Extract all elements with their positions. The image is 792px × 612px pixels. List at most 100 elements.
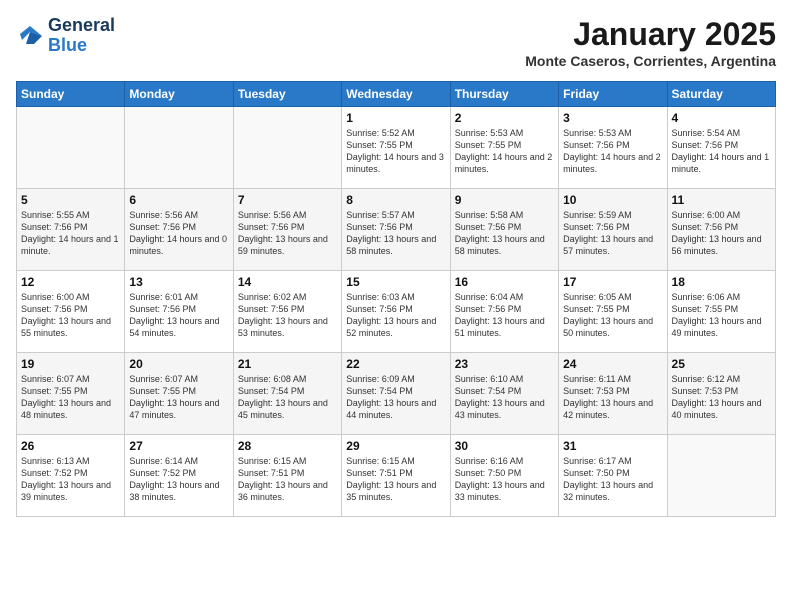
day-info: Sunrise: 6:06 AM Sunset: 7:55 PM Dayligh… [672, 291, 771, 340]
day-number: 11 [672, 193, 771, 207]
day-header-sunday: Sunday [17, 82, 125, 107]
day-info: Sunrise: 5:55 AM Sunset: 7:56 PM Dayligh… [21, 209, 120, 258]
day-number: 23 [455, 357, 554, 371]
day-header-tuesday: Tuesday [233, 82, 341, 107]
day-info: Sunrise: 6:08 AM Sunset: 7:54 PM Dayligh… [238, 373, 337, 422]
title-block: January 2025 Monte Caseros, Corrientes, … [525, 16, 776, 69]
calendar-cell: 19 Sunrise: 6:07 AM Sunset: 7:55 PM Dayli… [17, 353, 125, 435]
day-info: Sunrise: 6:15 AM Sunset: 7:51 PM Dayligh… [346, 455, 445, 504]
day-number: 8 [346, 193, 445, 207]
day-header-saturday: Saturday [667, 82, 775, 107]
day-number: 6 [129, 193, 228, 207]
day-number: 13 [129, 275, 228, 289]
day-info: Sunrise: 5:53 AM Sunset: 7:55 PM Dayligh… [455, 127, 554, 176]
calendar-cell: 1Sunrise: 5:52 AM Sunset: 7:55 PM Daylig… [342, 107, 450, 189]
calendar-week-4: 19 Sunrise: 6:07 AM Sunset: 7:55 PM Dayli… [17, 353, 776, 435]
day-number: 22 [346, 357, 445, 371]
day-info: Sunrise: 6:01 AM Sunset: 7:56 PM Dayligh… [129, 291, 228, 340]
day-number: 28 [238, 439, 337, 453]
day-number: 4 [672, 111, 771, 125]
page-header: General Blue January 2025 Monte Caseros,… [16, 16, 776, 69]
day-number: 18 [672, 275, 771, 289]
day-info: Sunrise: 5:58 AM Sunset: 7:56 PM Dayligh… [455, 209, 554, 258]
logo-icon [16, 22, 44, 50]
calendar-cell: 18 Sunrise: 6:06 AM Sunset: 7:55 PM Dayli… [667, 271, 775, 353]
day-number: 30 [455, 439, 554, 453]
day-number: 14 [238, 275, 337, 289]
calendar-cell [125, 107, 233, 189]
day-number: 10 [563, 193, 662, 207]
day-number: 15 [346, 275, 445, 289]
day-info: Sunrise: 6:07 AM Sunset: 7:55 PM Dayligh… [129, 373, 228, 422]
calendar-cell: 6 Sunrise: 5:56 AM Sunset: 7:56 PM Daylig… [125, 189, 233, 271]
day-number: 5 [21, 193, 120, 207]
location-subtitle: Monte Caseros, Corrientes, Argentina [525, 53, 776, 69]
calendar-cell: 2 Sunrise: 5:53 AM Sunset: 7:55 PM Daylig… [450, 107, 558, 189]
day-info: Sunrise: 5:56 AM Sunset: 7:56 PM Dayligh… [238, 209, 337, 258]
day-info: Sunrise: 6:13 AM Sunset: 7:52 PM Dayligh… [21, 455, 120, 504]
day-info: Sunrise: 6:00 AM Sunset: 7:56 PM Dayligh… [672, 209, 771, 258]
calendar-header-row: SundayMondayTuesdayWednesdayThursdayFrid… [17, 82, 776, 107]
day-info: Sunrise: 5:52 AM Sunset: 7:55 PM Dayligh… [346, 127, 445, 176]
day-number: 26 [21, 439, 120, 453]
calendar-cell [233, 107, 341, 189]
calendar-cell: 12 Sunrise: 6:00 AM Sunset: 7:56 PM Dayli… [17, 271, 125, 353]
day-number: 27 [129, 439, 228, 453]
calendar-cell: 20 Sunrise: 6:07 AM Sunset: 7:55 PM Dayli… [125, 353, 233, 435]
day-number: 16 [455, 275, 554, 289]
day-number: 3 [563, 111, 662, 125]
day-info: Sunrise: 5:56 AM Sunset: 7:56 PM Dayligh… [129, 209, 228, 258]
day-number: 7 [238, 193, 337, 207]
calendar-cell: 21 Sunrise: 6:08 AM Sunset: 7:54 PM Dayli… [233, 353, 341, 435]
calendar-cell: 31Sunrise: 6:17 AM Sunset: 7:50 PM Dayli… [559, 435, 667, 517]
day-number: 25 [672, 357, 771, 371]
calendar-cell: 30 Sunrise: 6:16 AM Sunset: 7:50 PM Dayli… [450, 435, 558, 517]
calendar-week-1: 1Sunrise: 5:52 AM Sunset: 7:55 PM Daylig… [17, 107, 776, 189]
logo-text: General Blue [48, 16, 115, 56]
day-info: Sunrise: 6:16 AM Sunset: 7:50 PM Dayligh… [455, 455, 554, 504]
day-number: 20 [129, 357, 228, 371]
calendar-cell: 24 Sunrise: 6:11 AM Sunset: 7:53 PM Dayli… [559, 353, 667, 435]
calendar-cell: 25 Sunrise: 6:12 AM Sunset: 7:53 PM Dayli… [667, 353, 775, 435]
calendar-cell: 27 Sunrise: 6:14 AM Sunset: 7:52 PM Dayli… [125, 435, 233, 517]
day-number: 19 [21, 357, 120, 371]
day-info: Sunrise: 6:17 AM Sunset: 7:50 PM Dayligh… [563, 455, 662, 504]
day-info: Sunrise: 6:12 AM Sunset: 7:53 PM Dayligh… [672, 373, 771, 422]
calendar-cell: 16Sunrise: 6:04 AM Sunset: 7:56 PM Dayli… [450, 271, 558, 353]
logo: General Blue [16, 16, 115, 56]
day-info: Sunrise: 6:07 AM Sunset: 7:55 PM Dayligh… [21, 373, 120, 422]
day-info: Sunrise: 6:11 AM Sunset: 7:53 PM Dayligh… [563, 373, 662, 422]
day-number: 21 [238, 357, 337, 371]
day-info: Sunrise: 6:00 AM Sunset: 7:56 PM Dayligh… [21, 291, 120, 340]
day-info: Sunrise: 5:59 AM Sunset: 7:56 PM Dayligh… [563, 209, 662, 258]
calendar-cell: 7 Sunrise: 5:56 AM Sunset: 7:56 PM Daylig… [233, 189, 341, 271]
day-number: 9 [455, 193, 554, 207]
calendar-cell: 23 Sunrise: 6:10 AM Sunset: 7:54 PM Dayli… [450, 353, 558, 435]
calendar-cell: 15Sunrise: 6:03 AM Sunset: 7:56 PM Dayli… [342, 271, 450, 353]
calendar-week-3: 12 Sunrise: 6:00 AM Sunset: 7:56 PM Dayli… [17, 271, 776, 353]
day-number: 24 [563, 357, 662, 371]
day-info: Sunrise: 5:54 AM Sunset: 7:56 PM Dayligh… [672, 127, 771, 176]
calendar-cell: 22Sunrise: 6:09 AM Sunset: 7:54 PM Dayli… [342, 353, 450, 435]
day-number: 2 [455, 111, 554, 125]
day-info: Sunrise: 5:57 AM Sunset: 7:56 PM Dayligh… [346, 209, 445, 258]
day-header-friday: Friday [559, 82, 667, 107]
day-number: 12 [21, 275, 120, 289]
calendar-cell: 17Sunrise: 6:05 AM Sunset: 7:55 PM Dayli… [559, 271, 667, 353]
month-title: January 2025 [525, 16, 776, 53]
day-info: Sunrise: 6:14 AM Sunset: 7:52 PM Dayligh… [129, 455, 228, 504]
day-number: 29 [346, 439, 445, 453]
calendar-cell: 14Sunrise: 6:02 AM Sunset: 7:56 PM Dayli… [233, 271, 341, 353]
calendar-week-5: 26 Sunrise: 6:13 AM Sunset: 7:52 PM Dayli… [17, 435, 776, 517]
day-number: 17 [563, 275, 662, 289]
calendar-cell: 11 Sunrise: 6:00 AM Sunset: 7:56 PM Dayli… [667, 189, 775, 271]
day-info: Sunrise: 6:15 AM Sunset: 7:51 PM Dayligh… [238, 455, 337, 504]
calendar-cell: 5 Sunrise: 5:55 AM Sunset: 7:56 PM Daylig… [17, 189, 125, 271]
day-info: Sunrise: 6:10 AM Sunset: 7:54 PM Dayligh… [455, 373, 554, 422]
calendar-cell: 29 Sunrise: 6:15 AM Sunset: 7:51 PM Dayli… [342, 435, 450, 517]
day-header-monday: Monday [125, 82, 233, 107]
calendar-cell: 13 Sunrise: 6:01 AM Sunset: 7:56 PM Dayli… [125, 271, 233, 353]
calendar-cell [667, 435, 775, 517]
calendar-cell: 4 Sunrise: 5:54 AM Sunset: 7:56 PM Daylig… [667, 107, 775, 189]
calendar-cell: 10 Sunrise: 5:59 AM Sunset: 7:56 PM Dayli… [559, 189, 667, 271]
